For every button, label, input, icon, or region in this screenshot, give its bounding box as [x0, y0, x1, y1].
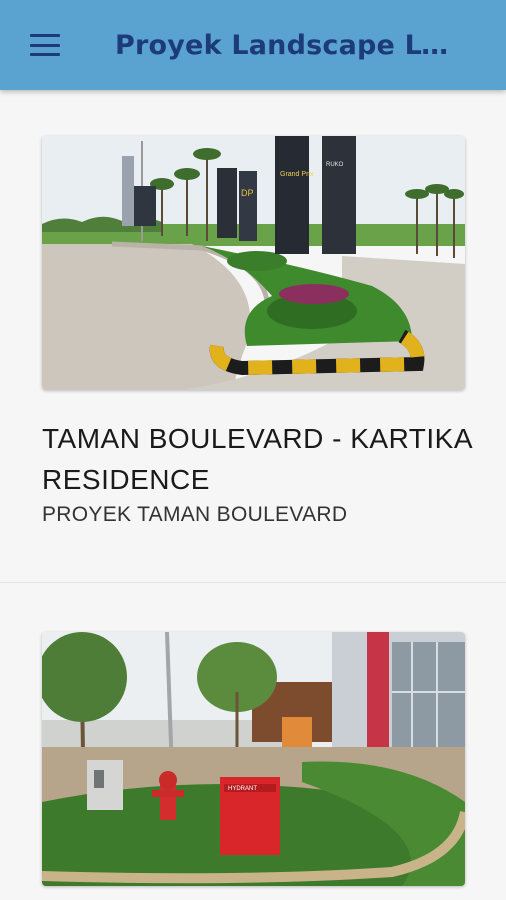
boulevard-photo: Grand Prix DP RUKO [42, 136, 465, 390]
project-card[interactable]: HYDRANT [0, 584, 506, 900]
banner-text: RUKO [326, 162, 344, 168]
project-subtitle: PROYEK TAMAN BOULEVARD [42, 503, 348, 526]
project-photo[interactable]: Grand Prix DP RUKO [42, 136, 465, 390]
app-title: Proyek Landscape LO... [115, 29, 465, 61]
app-bar: Proyek Landscape LO... [0, 0, 506, 90]
hydrant-label: HYDRANT [228, 786, 257, 792]
project-photo[interactable]: HYDRANT [42, 632, 465, 886]
garden-photo: HYDRANT [42, 632, 465, 886]
project-title: TAMAN BOULEVARD - KARTIKA RESIDENCE [42, 423, 472, 495]
banner-text: DP [241, 188, 254, 198]
hamburger-menu-icon[interactable] [30, 34, 60, 56]
banner-text: Grand Prix [280, 171, 314, 178]
project-card[interactable]: Grand Prix DP RUKO TAMAN BOULEVARD - KAR… [0, 90, 506, 583]
project-list[interactable]: Grand Prix DP RUKO TAMAN BOULEVARD - KAR… [0, 90, 506, 900]
